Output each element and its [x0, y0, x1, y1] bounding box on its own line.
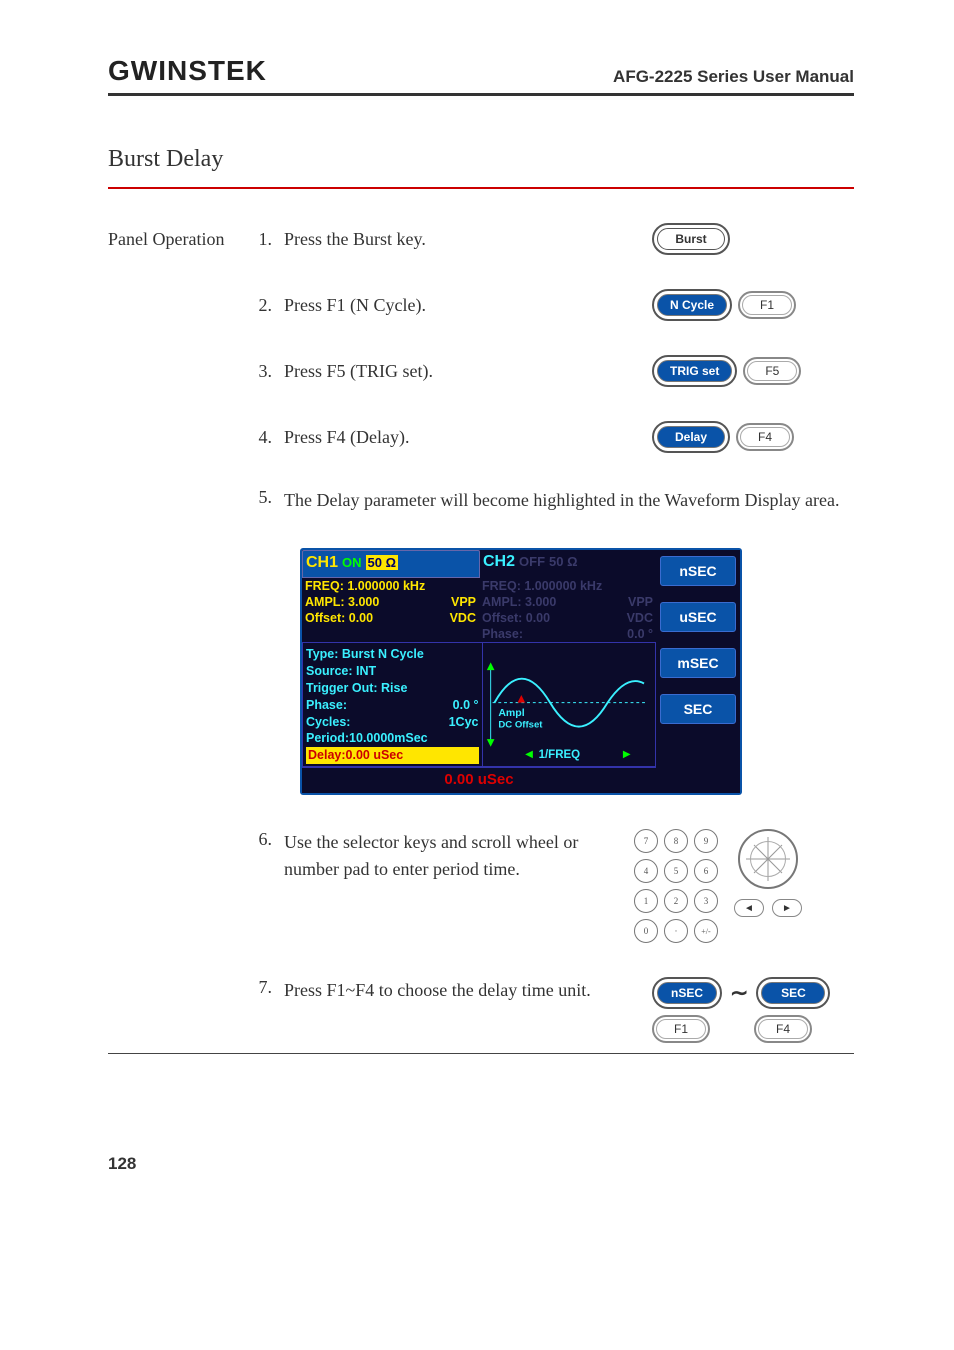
number-pad: 7 8 9 4 5 6 1 2 3 0 · +/- — [634, 829, 718, 943]
lcd-display: CH1 ON 50 Ω CH2 OFF 50 Ω FREQ: 1.00 — [300, 548, 742, 795]
panel-operation-label: Panel Operation — [108, 229, 248, 250]
step-number: 1. — [248, 229, 278, 250]
trigset-button-label: TRIG set — [657, 360, 732, 382]
step-number: 4. — [248, 427, 278, 448]
ch2-phase: Phase:0.0 ° — [479, 626, 656, 642]
step-number: 3. — [248, 361, 278, 382]
ch1-ampl: AMPL: 3.000VPP — [302, 594, 479, 610]
numkey-3[interactable]: 3 — [694, 889, 718, 913]
numkey-7[interactable]: 7 — [634, 829, 658, 853]
sec-unit-button[interactable]: SEC — [756, 977, 830, 1009]
burst-type: Type: Burst N Cycle — [306, 646, 479, 663]
ch1-state: ON — [342, 555, 362, 570]
f4-key-label: F4 — [758, 1019, 808, 1039]
section-title: Burst Delay — [108, 146, 854, 189]
burst-button[interactable]: Burst — [652, 223, 730, 255]
f1-key[interactable]: F1 — [652, 1015, 710, 1043]
svg-text:1/FREQ: 1/FREQ — [538, 749, 580, 761]
burst-phase-value: 0.0 ° — [453, 697, 479, 714]
numkey-sign[interactable]: +/- — [694, 919, 718, 943]
f4-key[interactable]: F4 — [736, 423, 794, 451]
nsec-unit-label: nSEC — [657, 982, 717, 1004]
step-number: 7. — [248, 977, 278, 998]
scroll-wheel[interactable] — [738, 829, 798, 889]
step-text: Press F1~F4 to choose the delay time uni… — [278, 977, 634, 1004]
ch1-blank — [302, 626, 479, 642]
brand-logo: GWINSTEK — [108, 55, 267, 87]
numkey-5[interactable]: 5 — [664, 859, 688, 883]
range-tilde-icon: ∼ — [730, 980, 748, 1006]
ch2-state: OFF — [519, 554, 545, 569]
ch2-freq: FREQ: 1.000000 kHz — [479, 578, 656, 594]
f4-key-label: F4 — [740, 427, 790, 447]
ch1-name: CH1 — [306, 554, 338, 572]
burst-params: Type: Burst N Cycle Source: INT Trigger … — [303, 643, 482, 766]
ncycle-button-label: N Cycle — [657, 294, 727, 316]
f5-key[interactable]: F5 — [743, 357, 801, 385]
f5-key-label: F5 — [747, 361, 797, 381]
softkey-nsec[interactable]: nSEC — [660, 556, 736, 586]
step-number: 5. — [248, 487, 278, 508]
numkey-4[interactable]: 4 — [634, 859, 658, 883]
display-value: 0.00 uSec — [302, 767, 656, 793]
f1-key[interactable]: F1 — [738, 291, 796, 319]
f1-key-label: F1 — [742, 295, 792, 315]
ncycle-button[interactable]: N Cycle — [652, 289, 732, 321]
ch2-ampl: AMPL: 3.000VPP — [479, 594, 656, 610]
step-text: Press the Burst key. — [278, 229, 634, 250]
manual-title: AFG-2225 Series User Manual — [613, 67, 854, 87]
ch2-impedance: 50 Ω — [549, 554, 578, 569]
step-text: The Delay parameter will become highligh… — [278, 487, 854, 514]
ch1-offset: Offset: 0.00VDC — [302, 610, 479, 626]
softkey-usec[interactable]: uSEC — [660, 602, 736, 632]
left-arrow-button[interactable]: ◄ — [734, 899, 764, 917]
softkey-msec[interactable]: mSEC — [660, 648, 736, 678]
ch1-impedance: 50 Ω — [366, 555, 399, 570]
delay-button[interactable]: Delay — [652, 421, 730, 453]
numkey-1[interactable]: 1 — [634, 889, 658, 913]
step-text: Press F5 (TRIG set). — [278, 361, 634, 382]
ch2-tab: CH2 OFF 50 Ω — [480, 550, 656, 578]
trigset-button[interactable]: TRIG set — [652, 355, 737, 387]
waveform-preview: Ampl DC Offset 1/FREQ — [482, 643, 656, 766]
step-text: Press F1 (N Cycle). — [278, 295, 634, 316]
numkey-dot[interactable]: · — [664, 919, 688, 943]
step-number: 6. — [248, 829, 278, 850]
burst-trigout: Trigger Out: Rise — [306, 680, 479, 697]
burst-source: Source: INT — [306, 663, 479, 680]
numkey-6[interactable]: 6 — [694, 859, 718, 883]
ch1-tab: CH1 ON 50 Ω — [302, 550, 480, 578]
f4-key[interactable]: F4 — [754, 1015, 812, 1043]
step-text: Press F4 (Delay). — [278, 427, 634, 448]
svg-text:DC Offset: DC Offset — [498, 720, 543, 731]
sec-unit-label: SEC — [761, 982, 825, 1004]
ch2-name: CH2 — [483, 553, 515, 571]
svg-text:Ampl: Ampl — [498, 707, 524, 719]
page-number: 128 — [108, 1154, 854, 1174]
delay-button-label: Delay — [657, 426, 725, 448]
burst-delay-highlighted: Delay:0.00 uSec — [306, 747, 479, 764]
numkey-0[interactable]: 0 — [634, 919, 658, 943]
ch2-offset: Offset: 0.00VDC — [479, 610, 656, 626]
numkey-8[interactable]: 8 — [664, 829, 688, 853]
burst-cycles-value: 1Cyc — [449, 714, 479, 731]
step-text: Use the selector keys and scroll wheel o… — [278, 829, 634, 883]
numkey-9[interactable]: 9 — [694, 829, 718, 853]
numkey-2[interactable]: 2 — [664, 889, 688, 913]
f1-key-label: F1 — [656, 1019, 706, 1039]
burst-phase-label: Phase: — [306, 697, 347, 714]
right-arrow-button[interactable]: ► — [772, 899, 802, 917]
softkey-sec[interactable]: SEC — [660, 694, 736, 724]
nsec-unit-button[interactable]: nSEC — [652, 977, 722, 1009]
burst-button-label: Burst — [657, 228, 725, 250]
burst-cycles-label: Cycles: — [306, 714, 350, 731]
ch1-freq: FREQ: 1.000000 kHz — [302, 578, 479, 594]
burst-period: Period:10.0000mSec — [306, 730, 479, 747]
step-number: 2. — [248, 295, 278, 316]
